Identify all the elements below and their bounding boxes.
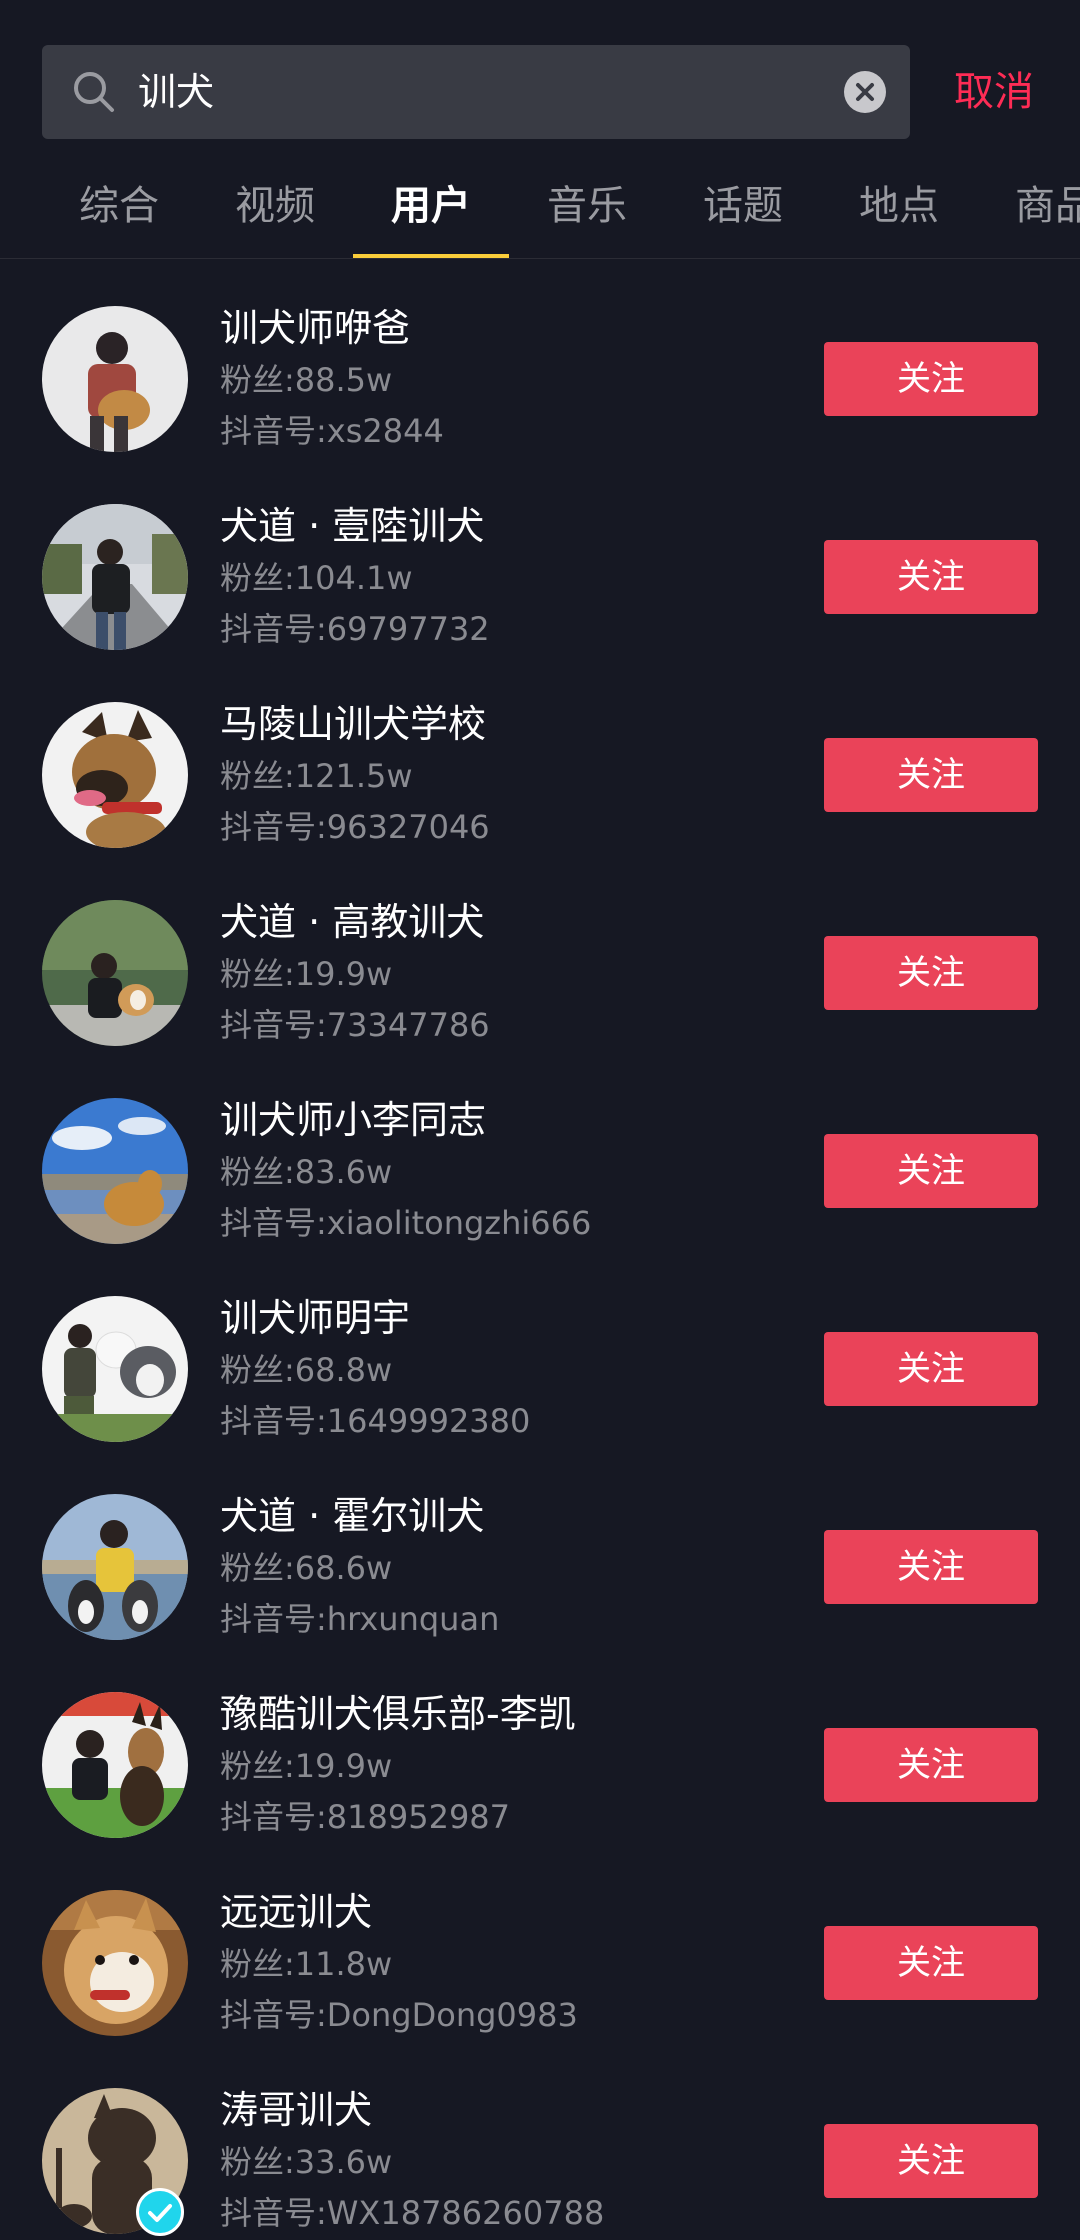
user-row[interactable]: 犬道 · 高教训犬 粉丝:19.9w 抖音号:73347786 关注 [0,854,1080,1052]
follow-button[interactable]: 关注 [824,1926,1038,2000]
user-name: 犬道 · 霍尔训犬 [220,1494,485,1538]
account-id: 抖音号:1649992380 [220,1402,531,1440]
follow-button[interactable]: 关注 [824,1728,1038,1802]
account-id: 抖音号:WX18786260788 [220,2194,605,2232]
user-row[interactable]: 豫酷训犬俱乐部-李凯 粉丝:19.9w 抖音号:818952987 关注 [0,1646,1080,1844]
account-id: 抖音号:hrxunquan [220,1600,500,1638]
account-id: 抖音号:xiaolitongzhi666 [220,1204,592,1242]
search-bar[interactable] [42,45,910,139]
avatar[interactable] [42,1692,188,1838]
user-row[interactable]: 犬道 · 霍尔训犬 粉丝:68.6w 抖音号:hrxunquan 关注 [0,1448,1080,1646]
follow-button[interactable]: 关注 [824,1134,1038,1208]
tab-video[interactable]: 视频 [197,160,353,258]
fans-count: 粉丝:19.9w [220,1747,393,1785]
search-tabs: 综合 视频 用户 音乐 话题 地点 商品 [0,160,1080,259]
clear-icon[interactable] [844,71,886,113]
search-icon [70,68,118,116]
user-row[interactable]: 训犬师明宇 粉丝:68.8w 抖音号:1649992380 关注 [0,1250,1080,1448]
user-row[interactable]: 涛哥训犬 粉丝:33.6w 抖音号:WX18786260788 关注 [0,2042,1080,2240]
fans-count: 粉丝:68.6w [220,1549,393,1587]
fans-count: 粉丝:33.6w [220,2143,393,2181]
account-id: 抖音号:96327046 [220,808,490,846]
avatar[interactable] [42,1296,188,1442]
fans-count: 粉丝:88.5w [220,361,393,399]
fans-count: 粉丝:83.6w [220,1153,393,1191]
user-name: 犬道 · 高教训犬 [220,900,485,944]
fans-count: 粉丝:104.1w [220,559,413,597]
user-name: 训犬师小李同志 [220,1098,487,1142]
user-name: 远远训犬 [220,1890,373,1934]
avatar[interactable] [42,306,188,452]
fans-count: 粉丝:11.8w [220,1945,393,1983]
user-name: 马陵山训犬学校 [220,702,487,746]
avatar[interactable] [42,900,188,1046]
tab-places[interactable]: 地点 [821,160,977,258]
follow-button[interactable]: 关注 [824,2124,1038,2198]
avatar[interactable] [42,504,188,650]
avatar[interactable] [42,1890,188,2036]
tab-users[interactable]: 用户 [353,160,509,258]
fans-count: 粉丝:19.9w [220,955,393,993]
user-row[interactable]: 犬道 · 壹陸训犬 粉丝:104.1w 抖音号:69797732 关注 [0,458,1080,656]
tab-products[interactable]: 商品 [977,160,1080,258]
user-row[interactable]: 马陵山训犬学校 粉丝:121.5w 抖音号:96327046 关注 [0,656,1080,854]
account-id: 抖音号:DongDong0983 [220,1996,578,2034]
user-name: 犬道 · 壹陸训犬 [220,504,485,548]
cancel-button[interactable]: 取消 [954,45,1034,139]
account-id: 抖音号:xs2844 [220,412,444,450]
follow-button[interactable]: 关注 [824,540,1038,614]
user-row[interactable]: 远远训犬 粉丝:11.8w 抖音号:DongDong0983 关注 [0,1844,1080,2042]
user-row[interactable]: 训犬师咿爸 粉丝:88.5w 抖音号:xs2844 关注 [0,260,1080,458]
user-name: 涛哥训犬 [220,2088,373,2132]
fans-count: 粉丝:68.8w [220,1351,393,1389]
follow-button[interactable]: 关注 [824,342,1038,416]
user-name: 训犬师咿爸 [220,306,411,350]
avatar[interactable] [42,702,188,848]
verified-icon [136,2188,184,2236]
search-input[interactable] [138,45,838,139]
account-id: 抖音号:69797732 [220,610,490,648]
tab-comprehensive[interactable]: 综合 [41,160,197,258]
user-name: 训犬师明宇 [220,1296,411,1340]
follow-button[interactable]: 关注 [824,738,1038,812]
tab-topics[interactable]: 话题 [665,160,821,258]
avatar[interactable] [42,1098,188,1244]
follow-button[interactable]: 关注 [824,1530,1038,1604]
tab-music[interactable]: 音乐 [509,160,665,258]
follow-button[interactable]: 关注 [824,1332,1038,1406]
avatar[interactable] [42,1494,188,1640]
fans-count: 粉丝:121.5w [220,757,413,795]
follow-button[interactable]: 关注 [824,936,1038,1010]
user-name: 豫酷训犬俱乐部-李凯 [220,1692,576,1736]
user-row[interactable]: 训犬师小李同志 粉丝:83.6w 抖音号:xiaolitongzhi666 关注 [0,1052,1080,1250]
account-id: 抖音号:818952987 [220,1798,511,1836]
account-id: 抖音号:73347786 [220,1006,490,1044]
